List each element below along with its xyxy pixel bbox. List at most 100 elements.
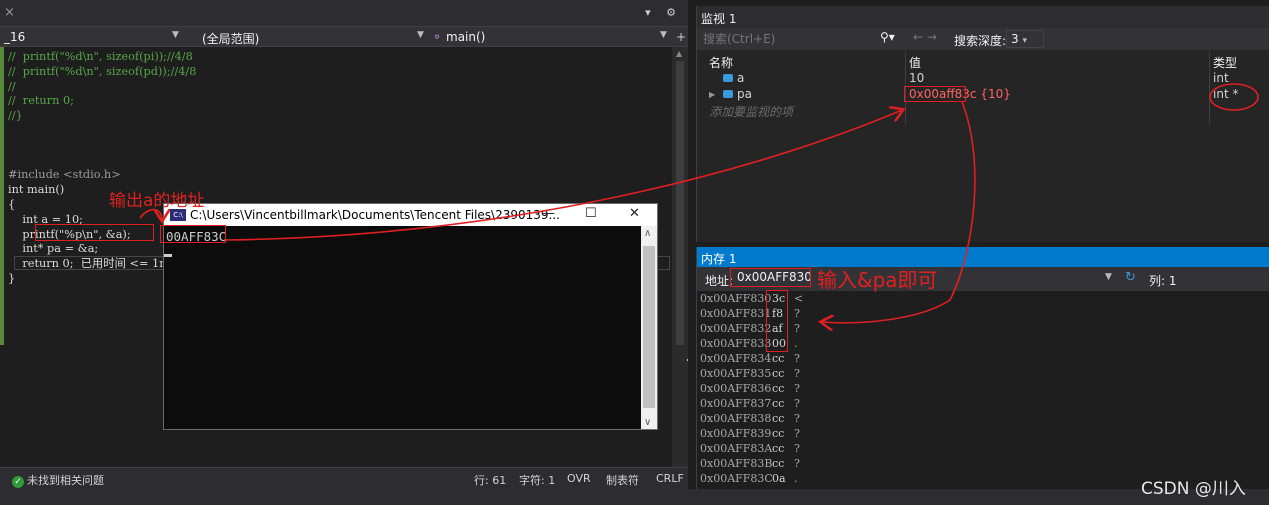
- chevron-down-icon[interactable]: ▼: [660, 30, 667, 40]
- add-watch-hint[interactable]: 添加要监视的项: [709, 103, 793, 120]
- code-line-text: {: [8, 197, 16, 211]
- code-line-text: // printf("%d\n", sizeof(pi));//4/8: [8, 50, 193, 63]
- memory-byte[interactable]: cc: [772, 442, 784, 455]
- code-line[interactable]: [8, 154, 668, 169]
- chevron-down-icon[interactable]: ▼: [417, 30, 424, 40]
- line-number: 行: 61: [474, 474, 507, 487]
- function-icon: ⚬: [432, 30, 443, 44]
- memory-address: 0x00AFF838: [700, 412, 772, 425]
- close-tab-icon[interactable]: ×: [4, 5, 15, 20]
- tab-dropdown-icon[interactable]: ▾ ⚙: [645, 6, 682, 19]
- annotation-print-address: 输出a的地址: [109, 191, 205, 211]
- annotation-input-pa: 输入&pa即可: [817, 268, 938, 292]
- code-line[interactable]: int main(): [8, 183, 668, 198]
- highlight-printf-line: [35, 224, 154, 241]
- scroll-up-icon[interactable]: ∧: [644, 228, 651, 239]
- highlight-memory-bytes: [766, 290, 788, 352]
- watch-header: 名称 值 类型: [697, 52, 1269, 70]
- variable-icon: [723, 74, 733, 82]
- memory-char: ?: [794, 442, 800, 455]
- search-nav-arrows-icon[interactable]: ← →: [913, 30, 937, 44]
- chevron-down-icon[interactable]: ▼: [1105, 272, 1112, 282]
- watch-type: int *: [1213, 87, 1239, 101]
- split-icon[interactable]: +: [676, 30, 686, 44]
- code-line[interactable]: [8, 124, 668, 139]
- watch-search-input[interactable]: [701, 30, 907, 48]
- memory-char: ?: [794, 457, 800, 470]
- char-number: 字符: 1: [519, 474, 556, 487]
- memory-byte[interactable]: cc: [772, 382, 784, 395]
- code-line[interactable]: // return 0;: [8, 94, 668, 109]
- nav-scope-dropdown[interactable]: (全局范围): [202, 30, 259, 47]
- watch-add-row[interactable]: 添加要监视的项: [697, 102, 1269, 120]
- console-title-bar[interactable]: C:\ C:\Users\Vincentbillmark\Documents\T…: [164, 204, 657, 226]
- highlight-address-input: [730, 268, 811, 287]
- scroll-thumb[interactable]: [643, 246, 655, 408]
- memory-byte[interactable]: cc: [772, 367, 784, 380]
- memory-byte[interactable]: cc: [772, 412, 784, 425]
- code-line-text: // return 0;: [8, 94, 74, 108]
- memory-address: 0x00AFF832: [700, 322, 772, 335]
- check-icon: ✓: [12, 476, 24, 488]
- code-line[interactable]: #include <stdio.h>: [8, 168, 668, 183]
- memory-byte[interactable]: cc: [772, 352, 784, 365]
- watch-row-a[interactable]: a 10 int: [697, 70, 1269, 86]
- code-line[interactable]: // printf("%d\n", sizeof(pi));//4/8: [8, 50, 668, 65]
- memory-splitter[interactable]: [673, 345, 687, 467]
- memory-title-bar: 内存 1: [697, 247, 1269, 267]
- memory-address: 0x00AFF831: [700, 307, 772, 320]
- close-button[interactable]: ✕: [629, 206, 640, 221]
- watermark: CSDN @川入: [1141, 479, 1246, 499]
- memory-address: 0x00AFF837: [700, 397, 772, 410]
- console-scrollbar[interactable]: ∧ ∨: [641, 226, 657, 429]
- columns-select[interactable]: 列: 1: [1149, 272, 1177, 289]
- scroll-down-icon[interactable]: ∨: [644, 417, 651, 428]
- col-type-header[interactable]: 类型: [1213, 54, 1237, 71]
- nav-project-dropdown[interactable]: _16: [4, 30, 25, 44]
- memory-address: 0x00AFF834: [700, 352, 772, 365]
- code-line[interactable]: //: [8, 80, 668, 95]
- watch-title-bar: 监视 1: [697, 6, 1269, 28]
- code-line[interactable]: [8, 139, 668, 154]
- nav-function-dropdown[interactable]: main(): [446, 30, 485, 44]
- col-value-header[interactable]: 值: [909, 54, 921, 71]
- memory-address: 0x00AFF83B: [700, 457, 773, 470]
- maximize-button[interactable]: ☐: [585, 206, 597, 221]
- memory-address: 0x00AFF839: [700, 427, 772, 440]
- console-output[interactable]: 00AFF83C: [164, 228, 642, 428]
- scroll-up-icon[interactable]: ▲: [676, 49, 682, 58]
- memory-byte[interactable]: cc: [772, 427, 784, 440]
- line-ending[interactable]: CRLF: [656, 472, 684, 485]
- memory-char: ?: [794, 352, 800, 365]
- console-window[interactable]: C:\ C:\Users\Vincentbillmark\Documents\T…: [163, 203, 658, 430]
- depth-label: 搜索深度:: [954, 34, 1007, 48]
- depth-select[interactable]: 3 ▾: [1006, 30, 1044, 48]
- expand-icon[interactable]: ▶: [709, 90, 715, 99]
- memory-byte[interactable]: cc: [772, 457, 784, 470]
- change-indicator: [0, 47, 4, 345]
- chevron-down-icon[interactable]: ▼: [172, 30, 179, 40]
- search-icon[interactable]: ⚲▾: [880, 30, 895, 44]
- refresh-icon[interactable]: ↻: [1125, 270, 1136, 285]
- bottom-strip: [0, 489, 1269, 505]
- col-name-header[interactable]: 名称: [709, 54, 733, 71]
- memory-char: <: [794, 292, 804, 305]
- watch-row-pa[interactable]: ▶ pa 0x00aff83c {10} int *: [697, 86, 1269, 102]
- watch-name: a: [737, 71, 745, 85]
- memory-char: ?: [794, 397, 800, 410]
- memory-byte[interactable]: cc: [772, 397, 784, 410]
- ovr-indicator: OVR: [567, 472, 591, 485]
- tab-mode[interactable]: 制表符: [606, 472, 639, 488]
- memory-byte[interactable]: 0a: [772, 472, 786, 485]
- code-line[interactable]: // printf("%d\n", sizeof(pd));//4/8: [8, 65, 668, 80]
- issues-status[interactable]: ✓ 未找到相关问题: [12, 472, 104, 488]
- code-line-text: int main(): [8, 183, 65, 197]
- code-line[interactable]: //}: [8, 109, 668, 124]
- watch-name: pa: [737, 87, 752, 101]
- code-line-text: }: [8, 271, 16, 285]
- memory-char: ?: [794, 427, 800, 440]
- memory-char: ?: [794, 412, 800, 425]
- minimize-button[interactable]: —: [542, 206, 555, 221]
- code-line-text: //}: [8, 109, 23, 123]
- watch-value[interactable]: 10: [909, 71, 924, 85]
